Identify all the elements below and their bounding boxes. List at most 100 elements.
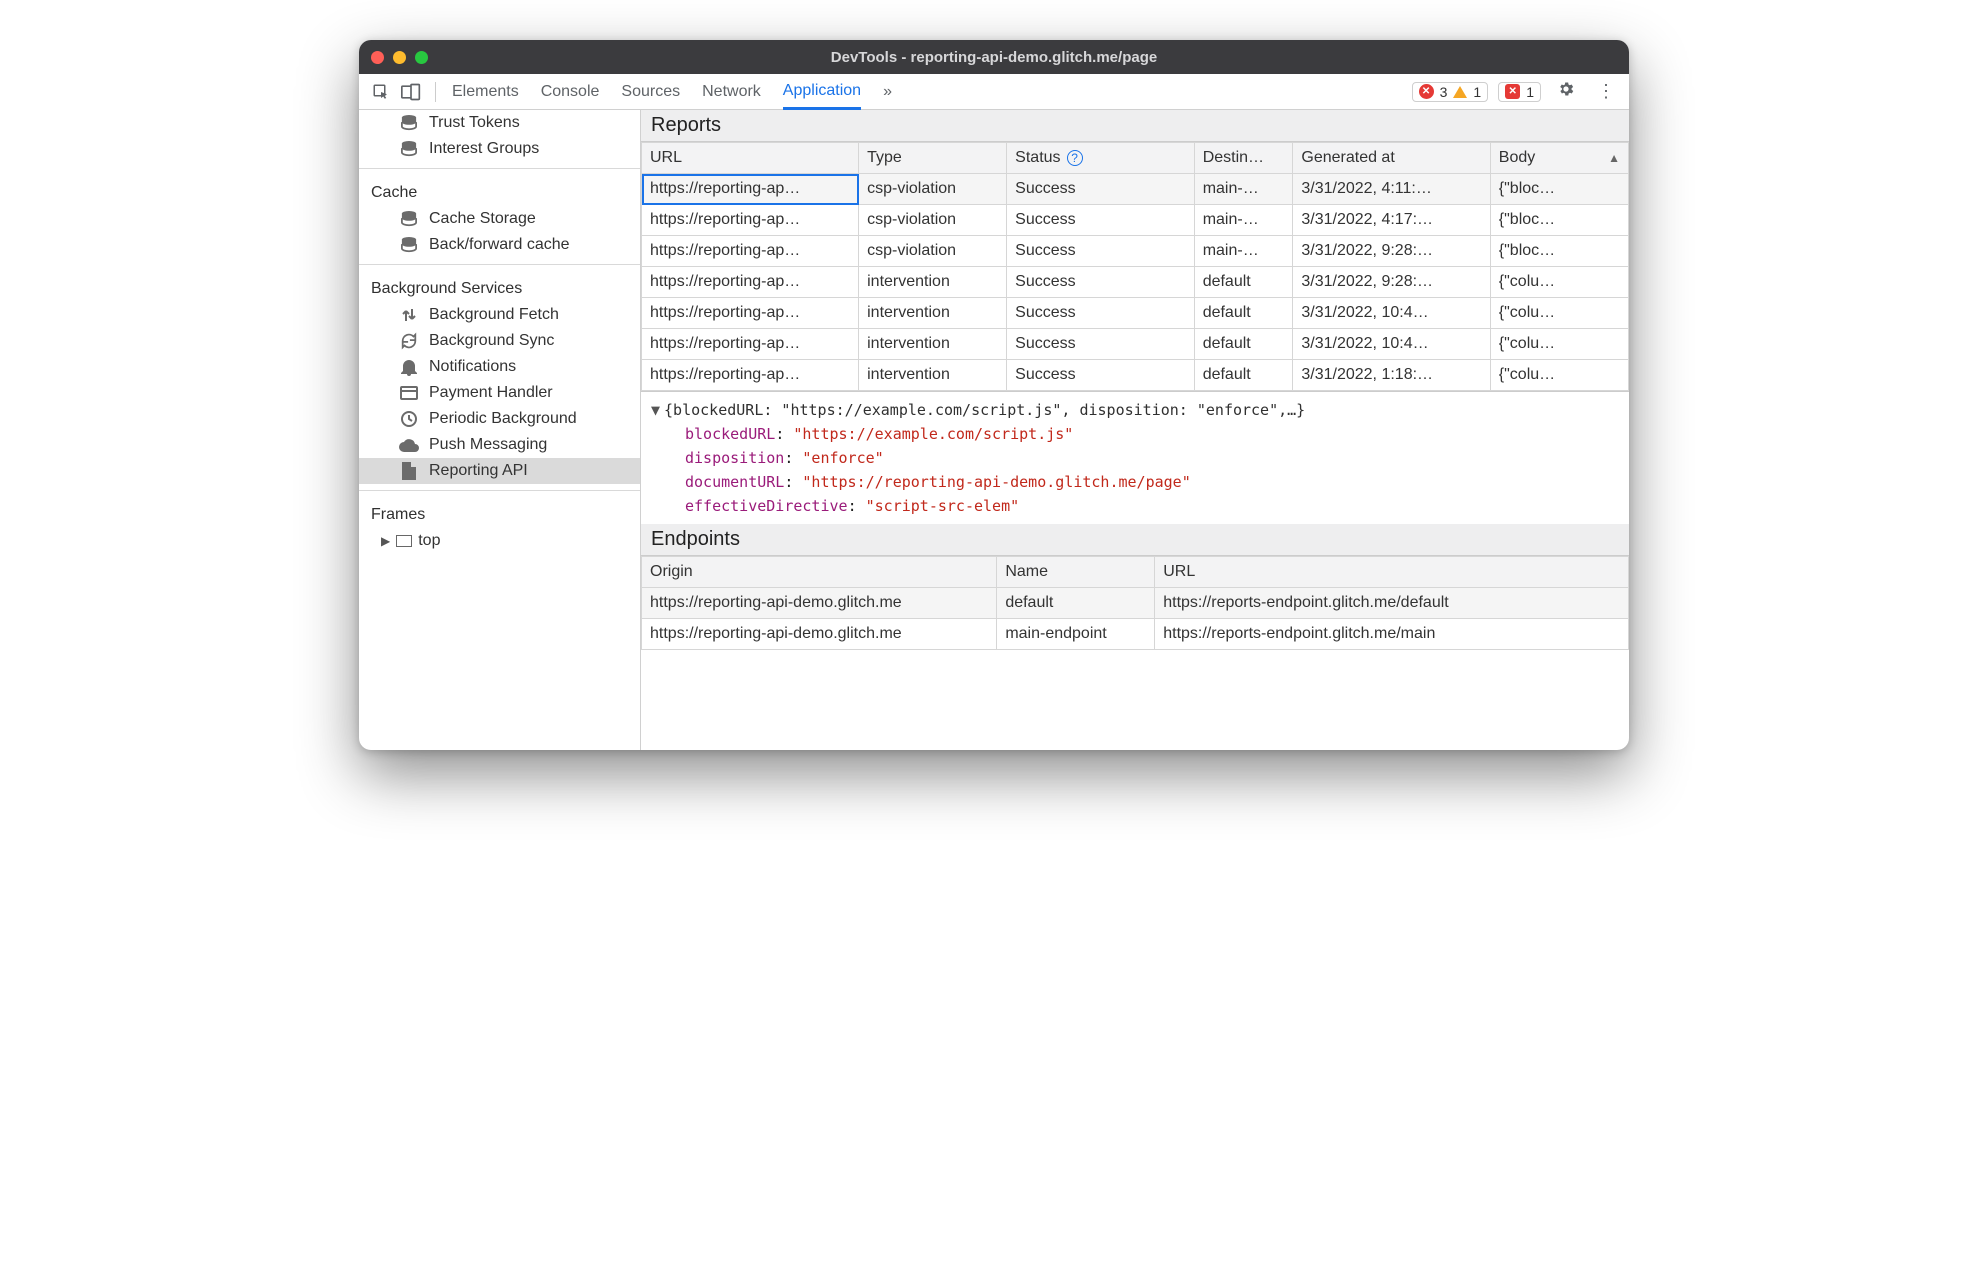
sidebar-item-payment-handler[interactable]: Payment Handler [359,380,640,406]
detail-property: disposition: "enforce" [651,446,1619,470]
table-cell: https://reporting-ap… [642,236,859,267]
table-cell: 3/31/2022, 9:28:… [1293,267,1490,298]
sidebar-item-reporting-api[interactable]: Reporting API [359,458,640,484]
tab-network[interactable]: Network [702,74,761,109]
toolbar-separator [435,82,436,102]
table-row[interactable]: https://reporting-ap…csp-violationSucces… [642,236,1629,267]
frame-icon [396,535,412,547]
col-status[interactable]: Status? [1007,143,1195,174]
table-row[interactable]: https://reporting-ap…interventionSuccess… [642,267,1629,298]
table-cell: intervention [859,329,1007,360]
sidebar-item-label: Payment Handler [429,384,553,402]
table-cell: default [1194,267,1293,298]
application-sidebar: Trust Tokens Interest Groups Cache Cache… [359,110,641,750]
issues-icon: ✕ [1505,84,1520,99]
minimize-window-button[interactable] [393,51,406,64]
error-icon: ✕ [1419,84,1434,99]
issues-count: 1 [1526,84,1534,100]
table-cell: intervention [859,267,1007,298]
disclosure-triangle-icon: ▼ [651,401,660,419]
transfer-icon [399,306,419,324]
sidebar-item-background-fetch[interactable]: Background Fetch [359,302,640,328]
tab-elements[interactable]: Elements [452,74,519,109]
table-cell: https://reporting-ap… [642,174,859,205]
detail-summary-line[interactable]: ▼{blockedURL: "https://example.com/scrip… [651,398,1619,422]
close-window-button[interactable] [371,51,384,64]
frame-label: top [418,532,440,550]
sidebar-item-label: Cache Storage [429,210,536,228]
console-status-pill[interactable]: ✕ 3 1 [1412,82,1489,102]
zoom-window-button[interactable] [415,51,428,64]
table-cell: {"colu… [1490,329,1628,360]
sidebar-separator [359,490,640,491]
table-cell: https://reporting-api-demo.glitch.me [642,619,997,650]
table-row[interactable]: https://reporting-api-demo.glitch.medefa… [642,588,1629,619]
settings-button[interactable] [1551,80,1581,103]
col-generated-at[interactable]: Generated at [1293,143,1490,174]
table-row[interactable]: https://reporting-api-demo.glitch.memain… [642,619,1629,650]
col-origin[interactable]: Origin [642,557,997,588]
more-tabs-button[interactable]: » [883,74,888,109]
col-endpoint-url[interactable]: URL [1155,557,1629,588]
card-icon [399,386,419,400]
table-row[interactable]: https://reporting-ap…interventionSuccess… [642,298,1629,329]
panel-tabs: Elements Console Sources Network Applica… [452,74,888,109]
tab-console[interactable]: Console [541,74,600,109]
sidebar-group-frames: Frames [359,497,640,528]
table-cell: Success [1007,236,1195,267]
sidebar-item-label: Periodic Background [429,410,577,428]
table-cell: {"bloc… [1490,174,1628,205]
col-body[interactable]: Body▲ [1490,143,1628,174]
sidebar-item-push-messaging[interactable]: Push Messaging [359,432,640,458]
col-name[interactable]: Name [997,557,1155,588]
col-url[interactable]: URL [642,143,859,174]
inspect-element-button[interactable] [367,78,395,106]
frame-item-top[interactable]: ▶ top [359,528,640,554]
table-cell: {"colu… [1490,298,1628,329]
sidebar-item-label: Background Fetch [429,306,559,324]
warning-icon [1453,86,1467,98]
col-type[interactable]: Type [859,143,1007,174]
detail-property: effectiveDirective: "script-src-elem" [651,494,1619,518]
table-row[interactable]: https://reporting-ap…interventionSuccess… [642,329,1629,360]
sidebar-item-trust-tokens[interactable]: Trust Tokens [359,110,640,136]
sidebar-item-cache-storage[interactable]: Cache Storage [359,206,640,232]
devtools-toolbar: Elements Console Sources Network Applica… [359,74,1629,110]
sort-ascending-icon: ▲ [1608,151,1620,165]
database-icon [399,211,419,227]
reporting-api-panel: Reports URL Type Status? Destin… Generat… [641,110,1629,750]
more-options-button[interactable]: ⋮ [1591,81,1621,102]
tab-application[interactable]: Application [783,75,861,110]
table-row[interactable]: https://reporting-ap…csp-violationSucces… [642,205,1629,236]
devtools-window: DevTools - reporting-api-demo.glitch.me/… [359,40,1629,750]
sidebar-item-bfcache[interactable]: Back/forward cache [359,232,640,258]
table-cell: csp-violation [859,236,1007,267]
sidebar-group-bgservices: Background Services [359,271,640,302]
table-cell: https://reporting-ap… [642,298,859,329]
table-cell: main-endpoint [997,619,1155,650]
sidebar-item-periodic-background[interactable]: Periodic Background [359,406,640,432]
device-toolbar-button[interactable] [397,78,425,106]
help-icon[interactable]: ? [1067,150,1083,166]
sidebar-item-label: Trust Tokens [429,114,520,132]
window-titlebar: DevTools - reporting-api-demo.glitch.me/… [359,40,1629,74]
sidebar-item-interest-groups[interactable]: Interest Groups [359,136,640,162]
table-row[interactable]: https://reporting-ap…csp-violationSucces… [642,174,1629,205]
sidebar-item-background-sync[interactable]: Background Sync [359,328,640,354]
table-cell: default [1194,329,1293,360]
sidebar-item-label: Push Messaging [429,436,547,454]
table-cell: https://reporting-ap… [642,360,859,391]
disclosure-triangle-icon: ▶ [381,534,390,548]
status-badges: ✕ 3 1 ✕ 1 ⋮ [1412,80,1621,103]
table-cell: Success [1007,360,1195,391]
sidebar-item-notifications[interactable]: Notifications [359,354,640,380]
issues-pill[interactable]: ✕ 1 [1498,82,1541,102]
tab-sources[interactable]: Sources [621,74,680,109]
table-row[interactable]: https://reporting-ap…interventionSuccess… [642,360,1629,391]
table-cell: Success [1007,298,1195,329]
sidebar-separator [359,168,640,169]
error-count: 3 [1440,84,1448,100]
table-cell: main-… [1194,174,1293,205]
table-cell: Success [1007,267,1195,298]
col-destination[interactable]: Destin… [1194,143,1293,174]
